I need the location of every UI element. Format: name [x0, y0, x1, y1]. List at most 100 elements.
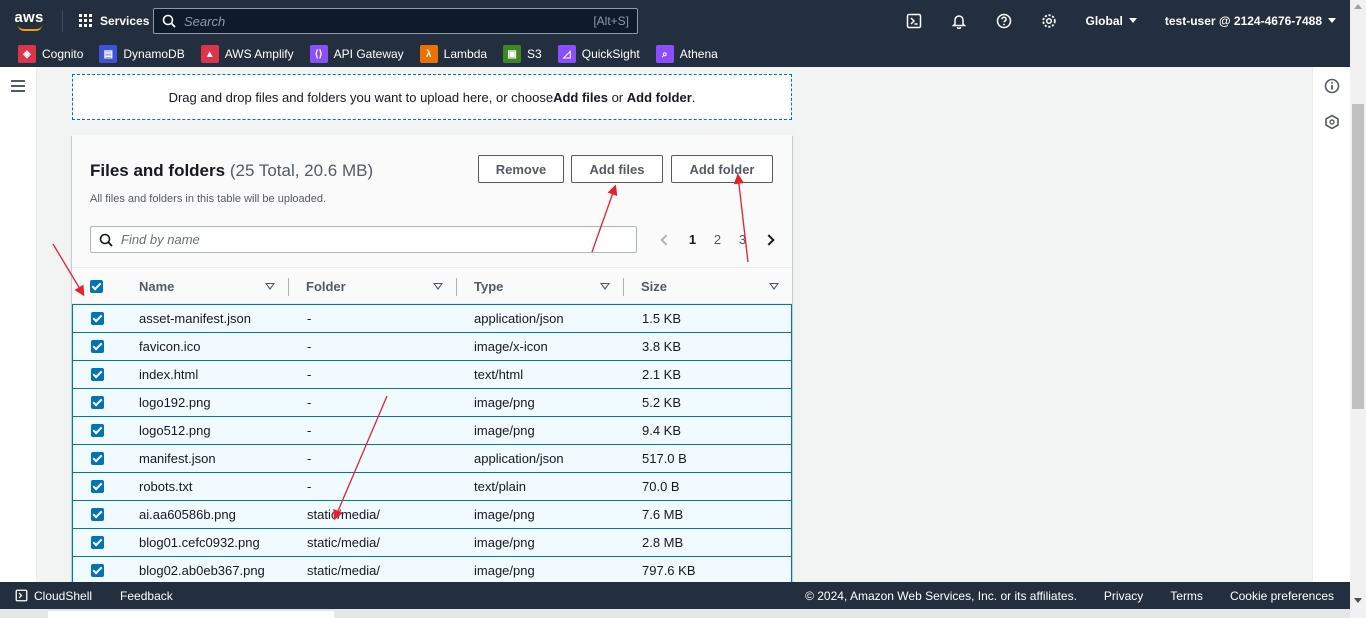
row-checkbox[interactable]	[91, 452, 104, 465]
copyright-text: © 2024, Amazon Web Services, Inc. or its…	[805, 588, 1077, 603]
account-label: test-user @ 2124-4676-7488	[1164, 13, 1322, 28]
notifications-button[interactable]	[937, 0, 982, 41]
add-files-button[interactable]: Add files	[571, 155, 663, 183]
table-body: asset-manifest.json - application/json 1.5 …	[72, 304, 792, 582]
feedback-link[interactable]: Feedback	[120, 589, 173, 603]
cell-name: blog02.ab0eb367.png	[139, 563, 265, 578]
cell-type: application/json	[474, 451, 564, 466]
cell-size: 2.8 MB	[642, 535, 684, 550]
favorite-dynamodb[interactable]: ▤ DynamoDB	[99, 45, 185, 63]
row-checkbox[interactable]	[91, 480, 104, 493]
hexagon-icon[interactable]	[1324, 114, 1340, 130]
caret-down-icon	[1328, 18, 1336, 23]
privacy-link[interactable]: Privacy	[1104, 589, 1143, 603]
favorite-label: Lambda	[443, 47, 488, 61]
right-tools-rail	[1312, 67, 1350, 582]
table-row[interactable]: logo512.png - image/png 9.4 KB	[72, 416, 792, 445]
column-divider[interactable]	[456, 278, 457, 296]
search-icon	[99, 233, 113, 247]
column-label: Name	[139, 279, 175, 294]
help-button[interactable]	[982, 0, 1027, 41]
cloudshell-footer-button[interactable]: CloudShell	[15, 589, 92, 603]
favorite-aws-amplify[interactable]: ▲ AWS Amplify	[200, 45, 294, 63]
chevron-right-icon[interactable]	[763, 233, 775, 246]
cell-type: image/png	[474, 395, 535, 410]
scroll-down-icon[interactable]	[1354, 598, 1362, 603]
favorite-label: S3	[527, 47, 542, 61]
cloudshell-icon	[15, 589, 28, 602]
chevron-left-icon[interactable]	[660, 233, 672, 246]
select-all-checkbox[interactable]	[90, 280, 103, 293]
row-checkbox[interactable]	[91, 340, 104, 353]
table-row[interactable]: logo192.png - image/png 5.2 KB	[72, 388, 792, 417]
cloudshell-button[interactable]	[892, 0, 937, 41]
table-row[interactable]: robots.txt - text/plain 70.0 B	[72, 472, 792, 501]
cell-type: image/png	[474, 423, 535, 438]
find-by-name-input[interactable]: Find by name	[90, 226, 637, 253]
column-header-size[interactable]: Size	[641, 269, 667, 304]
account-menu[interactable]: test-user @ 2124-4676-7488	[1151, 14, 1350, 28]
favorite-s3[interactable]: ▣ S3	[503, 45, 542, 63]
row-checkbox[interactable]	[91, 312, 104, 325]
cell-folder: -	[307, 395, 312, 410]
favorite-label: Athena	[679, 47, 718, 61]
table-row[interactable]: blog01.cefc0932.png static/media/image/pn…	[72, 528, 792, 557]
add-folder-button[interactable]: Add folder	[671, 155, 773, 183]
services-menu-button[interactable]: Services	[67, 14, 159, 28]
favorite-cognito[interactable]: ◈ Cognito	[18, 45, 83, 63]
favorite-athena[interactable]: ⌕ Athena	[655, 45, 718, 63]
scrollbar-thumb[interactable]	[1352, 104, 1364, 409]
cell-size: 797.6 KB	[642, 563, 696, 578]
favorite-label: AWS Amplify	[224, 47, 294, 61]
cell-folder: -	[307, 367, 312, 382]
remove-button[interactable]: Remove	[478, 155, 564, 183]
settings-button[interactable]	[1027, 0, 1072, 41]
table-row[interactable]: asset-manifest.json - application/json 1.5 …	[72, 304, 792, 333]
region-selector[interactable]: Global	[1072, 14, 1151, 28]
quicksight-icon: ◿	[557, 45, 576, 63]
panel-header: Files and folders (25 Total, 20.6 MB) Al…	[72, 135, 792, 268]
search-input[interactable]: Search [Alt+S]	[153, 8, 638, 34]
table-row[interactable]: index.html - text/html 2.1 KB	[72, 360, 792, 389]
row-checkbox[interactable]	[91, 368, 104, 381]
column-header-folder[interactable]: Folder	[306, 269, 346, 304]
caret-down-icon	[1128, 18, 1137, 23]
cell-name: index.html	[139, 367, 199, 382]
column-header-name[interactable]: Name	[139, 269, 174, 304]
page-scrollbar[interactable]	[1350, 0, 1366, 618]
cell-folder: -	[307, 339, 312, 354]
cookie-preferences-link[interactable]: Cookie preferences	[1230, 589, 1334, 603]
column-header-type[interactable]: Type	[474, 269, 503, 304]
table-row[interactable]: blog02.ab0eb367.png static/media/image/pn…	[72, 556, 792, 582]
row-checkbox[interactable]	[91, 564, 104, 577]
column-divider[interactable]	[623, 278, 624, 296]
aws-logo-text: aws	[14, 9, 44, 26]
page-3[interactable]: 3	[730, 232, 755, 247]
cell-name: blog01.cefc0932.png	[139, 535, 260, 550]
cell-name: logo192.png	[139, 395, 211, 410]
column-divider[interactable]	[288, 278, 289, 296]
favorite-quicksight[interactable]: ◿ QuickSight	[557, 45, 640, 63]
cell-type: image/png	[474, 535, 535, 550]
favorite-lambda[interactable]: λ Lambda	[419, 45, 488, 63]
hamburger-menu-icon[interactable]	[11, 80, 25, 95]
favorite-api-gateway[interactable]: ⟨⟩ API Gateway	[309, 45, 404, 63]
page-1[interactable]: 1	[680, 232, 705, 247]
info-icon[interactable]	[1324, 78, 1340, 94]
cell-type: image/png	[474, 507, 535, 522]
row-checkbox[interactable]	[91, 396, 104, 409]
upload-dropzone[interactable]: Drag and drop files and folders you want…	[72, 74, 792, 120]
terms-link[interactable]: Terms	[1170, 589, 1203, 603]
row-checkbox[interactable]	[91, 536, 104, 549]
cell-name: ai.aa60586b.png	[139, 507, 236, 522]
table-row[interactable]: favicon.ico - image/x-icon 3.8 KB	[72, 332, 792, 361]
search-shortcut: [Alt+S]	[593, 14, 629, 28]
table-row[interactable]: manifest.json - application/json 517.0 B	[72, 444, 792, 473]
cell-size: 1.5 KB	[642, 311, 682, 326]
scroll-up-icon[interactable]	[1354, 4, 1362, 9]
page-2[interactable]: 2	[705, 232, 730, 247]
aws-logo[interactable]: aws	[0, 0, 58, 41]
row-checkbox[interactable]	[91, 424, 104, 437]
table-row[interactable]: ai.aa60586b.png static/media/image/png 7.6…	[72, 500, 792, 529]
row-checkbox[interactable]	[91, 508, 104, 521]
